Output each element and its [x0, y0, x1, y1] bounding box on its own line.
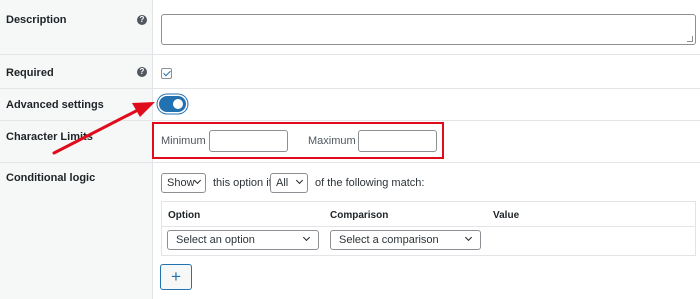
annotation-arrow-icon — [52, 102, 155, 155]
